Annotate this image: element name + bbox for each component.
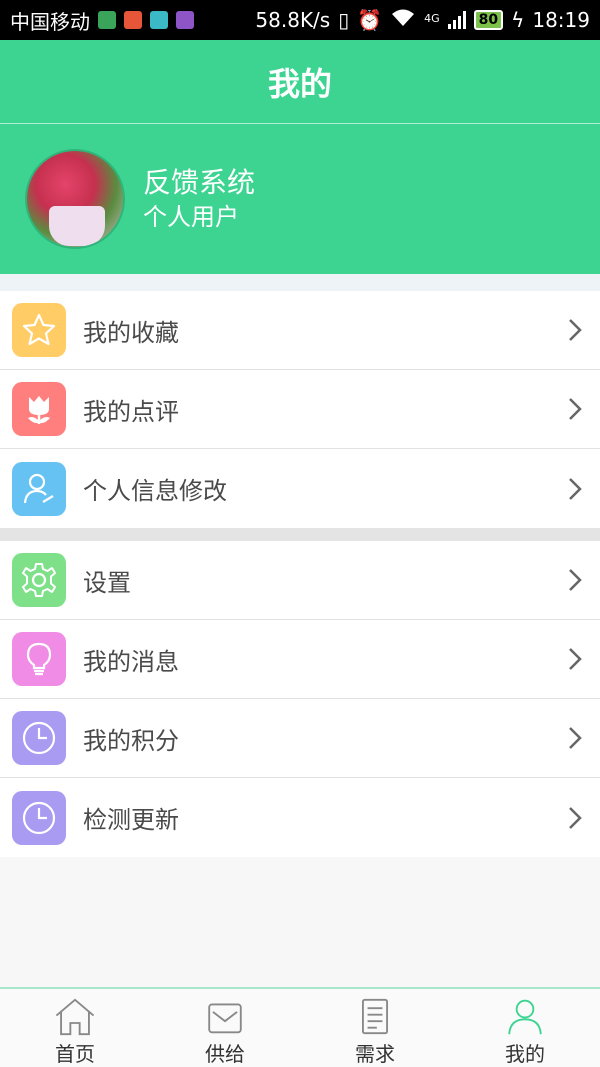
network-type-label: 4G xyxy=(424,11,440,25)
tab-mine[interactable]: 我的 xyxy=(450,989,600,1067)
chevron-right-icon xyxy=(569,398,582,420)
menu-item-messages[interactable]: 我的消息 xyxy=(0,620,600,699)
menu-item-settings[interactable]: 设置 xyxy=(0,541,600,620)
menu-item-label: 我的积分 xyxy=(83,726,179,755)
chevron-right-icon xyxy=(569,477,582,500)
lightbulb-icon xyxy=(12,632,66,686)
chevron-right-icon xyxy=(569,727,582,749)
notification-image-icon xyxy=(176,11,194,29)
menu-item-label: 个人信息修改 xyxy=(83,477,227,505)
battery-icon: 80 xyxy=(473,10,504,30)
chevron-right-icon xyxy=(569,319,582,341)
tab-label: 需求 xyxy=(355,1042,395,1066)
user-edit-icon xyxy=(12,461,66,516)
menu-item-favorites[interactable]: 我的收藏 xyxy=(0,291,600,370)
carrier-label: 中国移动 xyxy=(10,9,90,34)
clock-icon xyxy=(12,790,66,845)
tab-label: 供给 xyxy=(205,1042,245,1066)
clock-icon xyxy=(12,711,66,765)
notification-app-icon xyxy=(98,11,116,29)
profile-card[interactable]: 反馈系统 个人用户 xyxy=(0,124,600,274)
menu-group-1: 我的收藏 我的点评 个人信息修改 xyxy=(0,291,600,528)
charging-icon: ϟ xyxy=(511,8,525,32)
tab-supply[interactable]: 供给 xyxy=(150,989,300,1067)
bottom-tab-bar: 首页 供给 需求 我的 xyxy=(0,987,600,1067)
signal-icon xyxy=(447,11,466,29)
document-icon xyxy=(362,998,388,1035)
tab-home[interactable]: 首页 xyxy=(0,989,150,1067)
profile-name: 反馈系统 xyxy=(143,166,256,199)
network-speed: 58.8K/s xyxy=(255,8,331,32)
vibrate-icon: ▯ xyxy=(338,8,350,32)
profile-role: 个人用户 xyxy=(143,203,239,231)
alarm-icon: ⏰ xyxy=(357,8,383,32)
tab-label: 我的 xyxy=(505,1042,545,1066)
chevron-right-icon xyxy=(569,806,582,829)
person-icon xyxy=(508,999,542,1035)
clock-time: 18:19 xyxy=(532,8,590,32)
menu-item-label: 检测更新 xyxy=(83,806,179,834)
page-header: 我的 xyxy=(0,40,600,124)
menu-item-edit-profile[interactable]: 个人信息修改 xyxy=(0,449,600,528)
avatar-bouquet-image xyxy=(49,206,105,246)
menu-item-label: 我的点评 xyxy=(83,397,179,426)
home-icon xyxy=(55,998,95,1036)
notification-android-icon xyxy=(150,11,168,29)
notification-app-icon xyxy=(124,11,142,29)
gear-icon xyxy=(12,553,66,607)
menu-item-points[interactable]: 我的积分 xyxy=(0,699,600,778)
tab-demand[interactable]: 需求 xyxy=(300,989,450,1067)
page-title: 我的 xyxy=(267,64,332,103)
star-icon xyxy=(12,303,66,357)
status-bar: 中国移动 58.8K/s ▯ ⏰ 4G 80 ϟ 18:19 xyxy=(0,0,600,40)
chevron-right-icon xyxy=(569,648,582,670)
section-divider xyxy=(0,274,600,291)
avatar[interactable] xyxy=(25,149,125,249)
tulip-icon xyxy=(12,382,66,436)
section-divider xyxy=(0,528,600,541)
chevron-right-icon xyxy=(569,569,582,591)
menu-item-reviews[interactable]: 我的点评 xyxy=(0,370,600,449)
wifi-icon xyxy=(390,8,416,33)
menu-group-2: 设置 我的消息 我的积分 检测更新 xyxy=(0,541,600,857)
tab-label: 首页 xyxy=(55,1042,95,1066)
menu-item-label: 设置 xyxy=(83,568,131,597)
menu-item-label: 我的收藏 xyxy=(83,318,179,347)
menu-item-label: 我的消息 xyxy=(83,647,179,676)
mail-icon xyxy=(208,1003,242,1034)
menu-item-check-update[interactable]: 检测更新 xyxy=(0,778,600,857)
